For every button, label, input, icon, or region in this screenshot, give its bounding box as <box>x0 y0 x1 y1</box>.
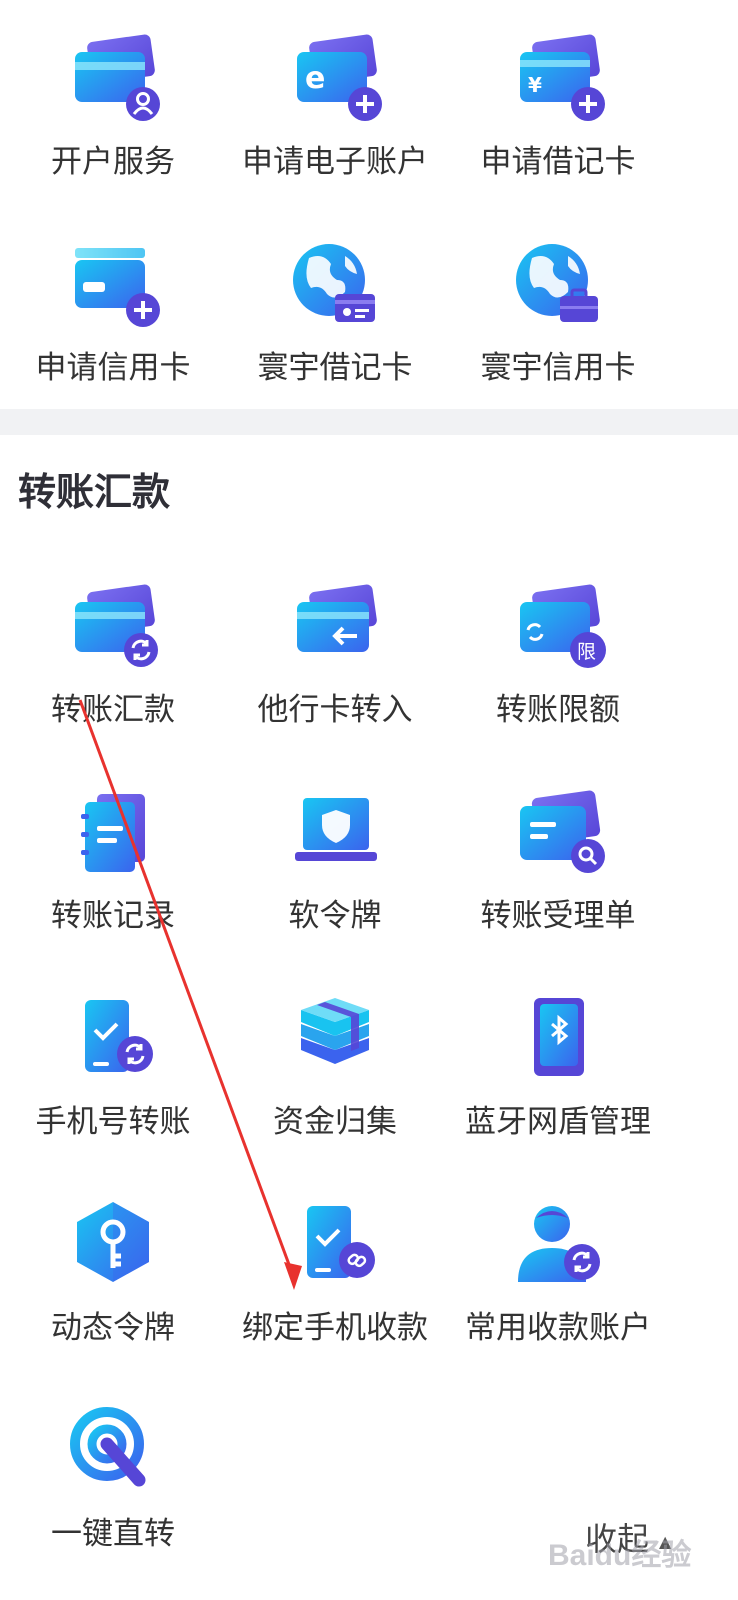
tile-global-debit-card[interactable]: 寰宇借记卡 <box>222 206 448 406</box>
tile-frequent-payee[interactable]: 常用收款账户 <box>445 1166 671 1366</box>
tile-label: 他行卡转入 <box>257 692 413 728</box>
tile-apply-e-account[interactable]: e 申请电子账户 <box>222 0 448 200</box>
tile-transfer-limit[interactable]: 限 转账限额 <box>445 548 671 748</box>
section-title-transfer: 转账汇款 <box>18 470 171 514</box>
tile-global-credit-card[interactable]: 寰宇信用卡 <box>445 206 671 406</box>
card-e-plus-icon: e <box>285 30 385 130</box>
svg-text:¥: ¥ <box>528 73 542 97</box>
tile-label: 手机号转账 <box>35 1104 191 1140</box>
globe-briefcase-icon <box>508 236 608 336</box>
tile-label: 转账汇款 <box>51 692 175 728</box>
svg-text:e: e <box>305 61 325 96</box>
tile-soft-token[interactable]: 软令牌 <box>222 754 448 954</box>
collapse-button[interactable]: 收起 ▲ <box>585 1512 671 1562</box>
card-user-icon <box>63 30 163 130</box>
tile-bluetooth-shield[interactable]: 蓝牙网盾管理 <box>445 960 671 1160</box>
tile-phone-number-transfer[interactable]: 手机号转账 <box>0 960 226 1160</box>
tile-label: 转账受理单 <box>480 898 636 934</box>
tile-bind-phone-receive[interactable]: 绑定手机收款 <box>222 1166 448 1366</box>
target-tap-icon <box>63 1402 163 1502</box>
tile-apply-debit-card[interactable]: ¥ 申请借记卡 <box>445 0 671 200</box>
tile-label: 寰宇借记卡 <box>257 350 413 386</box>
tile-label: 转账限额 <box>496 692 620 728</box>
tile-label: 申请信用卡 <box>35 350 191 386</box>
tile-dynamic-token[interactable]: 动态令牌 <box>0 1166 226 1366</box>
tile-label: 转账记录 <box>51 898 175 934</box>
tile-label: 申请电子账户 <box>242 144 428 180</box>
tile-label: 绑定手机收款 <box>242 1310 428 1346</box>
tile-label: 开户服务 <box>51 144 175 180</box>
card-refresh-icon <box>63 578 163 678</box>
tile-label: 一键直转 <box>51 1516 175 1552</box>
tile-other-bank-card-in[interactable]: 他行卡转入 <box>222 548 448 748</box>
card-yen-plus-icon: ¥ <box>508 30 608 130</box>
money-stack-icon <box>285 990 385 1090</box>
caret-up-icon: ▲ <box>659 1531 672 1551</box>
user-refresh-icon <box>508 1196 608 1296</box>
tile-label: 软令牌 <box>288 898 382 934</box>
tile-transfer-receipt[interactable]: 转账受理单 <box>445 754 671 954</box>
tile-label: 常用收款账户 <box>465 1310 651 1346</box>
tile-label: 动态令牌 <box>51 1310 175 1346</box>
collapse-label: 收起 <box>585 1520 650 1558</box>
tile-fund-collection[interactable]: 资金归集 <box>222 960 448 1160</box>
tile-label: 寰宇信用卡 <box>480 350 636 386</box>
phone-link-icon <box>285 1196 385 1296</box>
card-plus-icon <box>63 236 163 336</box>
tile-label: 申请借记卡 <box>480 144 636 180</box>
globe-id-card-icon <box>285 236 385 336</box>
svg-text:限: 限 <box>577 641 596 663</box>
card-limit-icon: 限 <box>508 578 608 678</box>
tile-one-click-transfer[interactable]: 一键直转 <box>0 1372 226 1572</box>
bluetooth-device-icon <box>508 990 608 1090</box>
phone-refresh-icon <box>63 990 163 1090</box>
tile-apply-credit-card[interactable]: 申请信用卡 <box>0 206 226 406</box>
card-search-icon <box>508 784 608 884</box>
laptop-shield-icon <box>285 784 385 884</box>
tile-open-account-service[interactable]: 开户服务 <box>0 0 226 200</box>
tile-label: 蓝牙网盾管理 <box>465 1104 651 1140</box>
card-arrow-left-icon <box>285 578 385 678</box>
notebook-icon <box>63 784 163 884</box>
section-divider <box>0 409 738 435</box>
hexagon-key-icon <box>63 1196 163 1296</box>
tile-transfer-remittance[interactable]: 转账汇款 <box>0 548 226 748</box>
tile-transfer-records[interactable]: 转账记录 <box>0 754 226 954</box>
tile-label: 资金归集 <box>273 1104 397 1140</box>
